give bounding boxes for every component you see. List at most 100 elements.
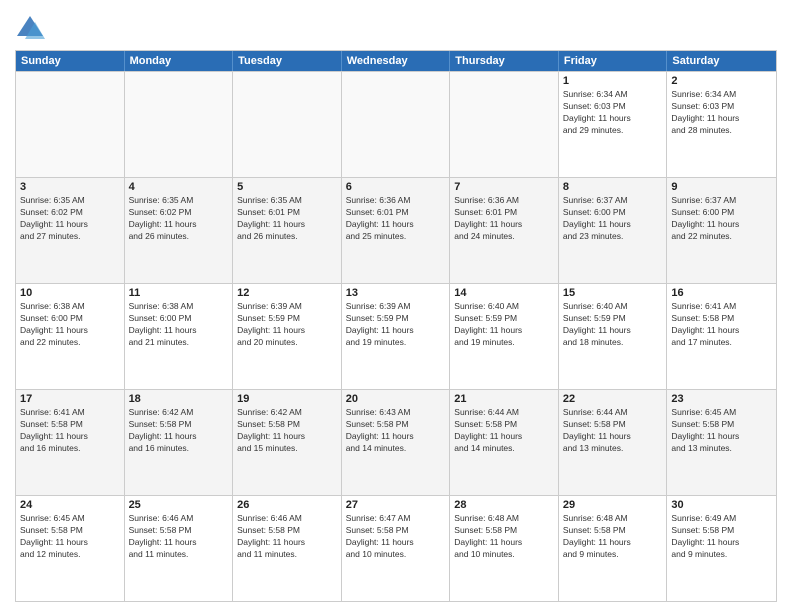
calendar-cell: 17Sunrise: 6:41 AM Sunset: 5:58 PM Dayli… [16,390,125,495]
day-info: Sunrise: 6:48 AM Sunset: 5:58 PM Dayligh… [454,513,554,561]
day-number: 13 [346,287,446,299]
day-number: 21 [454,393,554,405]
day-number: 19 [237,393,337,405]
calendar-cell: 30Sunrise: 6:49 AM Sunset: 5:58 PM Dayli… [667,496,776,601]
day-number: 17 [20,393,120,405]
weekday-header: Thursday [450,51,559,71]
day-number: 28 [454,499,554,511]
day-number: 2 [671,75,772,87]
calendar-cell: 12Sunrise: 6:39 AM Sunset: 5:59 PM Dayli… [233,284,342,389]
calendar-cell: 18 Sunrise: 6:42 AM Sunset: 5:58 PM Dayli… [125,390,234,495]
calendar-cell: 11 Sunrise: 6:38 AM Sunset: 6:00 PM Dayli… [125,284,234,389]
calendar-cell: 22 Sunrise: 6:44 AM Sunset: 5:58 PM Dayli… [559,390,668,495]
day-info: Sunrise: 6:34 AM Sunset: 6:03 PM Dayligh… [563,89,663,137]
weekday-header: Friday [559,51,668,71]
day-info: Sunrise: 6:38 AM Sunset: 6:00 PM Dayligh… [20,301,120,349]
calendar-cell: 8Sunrise: 6:37 AM Sunset: 6:00 PM Daylig… [559,178,668,283]
day-info: Sunrise: 6:34 AM Sunset: 6:03 PM Dayligh… [671,89,772,137]
day-info: Sunrise: 6:40 AM Sunset: 5:59 PM Dayligh… [454,301,554,349]
calendar-cell [125,72,234,177]
day-info: Sunrise: 6:41 AM Sunset: 5:58 PM Dayligh… [671,301,772,349]
day-number: 25 [129,499,229,511]
day-number: 27 [346,499,446,511]
day-info: Sunrise: 6:37 AM Sunset: 6:00 PM Dayligh… [671,195,772,243]
day-info: Sunrise: 6:46 AM Sunset: 5:58 PM Dayligh… [129,513,229,561]
day-info: Sunrise: 6:35 AM Sunset: 6:02 PM Dayligh… [20,195,120,243]
day-number: 4 [129,181,229,193]
calendar-cell: 21 Sunrise: 6:44 AM Sunset: 5:58 PM Dayli… [450,390,559,495]
day-number: 16 [671,287,772,299]
calendar-cell: 25 Sunrise: 6:46 AM Sunset: 5:58 PM Dayli… [125,496,234,601]
calendar-cell [342,72,451,177]
page-container: SundayMondayTuesdayWednesdayThursdayFrid… [0,0,792,612]
day-info: Sunrise: 6:37 AM Sunset: 6:00 PM Dayligh… [563,195,663,243]
calendar-cell: 4 Sunrise: 6:35 AM Sunset: 6:02 PM Daylig… [125,178,234,283]
day-number: 22 [563,393,663,405]
calendar-week-row: 10 Sunrise: 6:38 AM Sunset: 6:00 PM Dayli… [16,283,776,389]
calendar-cell: 6Sunrise: 6:36 AM Sunset: 6:01 PM Daylig… [342,178,451,283]
day-info: Sunrise: 6:39 AM Sunset: 5:59 PM Dayligh… [237,301,337,349]
calendar-cell: 2 Sunrise: 6:34 AM Sunset: 6:03 PM Daylig… [667,72,776,177]
day-number: 10 [20,287,120,299]
day-number: 6 [346,181,446,193]
logo [15,14,49,44]
calendar-cell: 19 Sunrise: 6:42 AM Sunset: 5:58 PM Dayli… [233,390,342,495]
day-info: Sunrise: 6:40 AM Sunset: 5:59 PM Dayligh… [563,301,663,349]
weekday-header: Wednesday [342,51,451,71]
calendar-cell: 13 Sunrise: 6:39 AM Sunset: 5:59 PM Dayli… [342,284,451,389]
weekday-header: Monday [125,51,234,71]
day-info: Sunrise: 6:36 AM Sunset: 6:01 PM Dayligh… [454,195,554,243]
day-info: Sunrise: 6:42 AM Sunset: 5:58 PM Dayligh… [129,407,229,455]
calendar-cell: 9Sunrise: 6:37 AM Sunset: 6:00 PM Daylig… [667,178,776,283]
day-info: Sunrise: 6:44 AM Sunset: 5:58 PM Dayligh… [563,407,663,455]
weekday-header: Saturday [667,51,776,71]
day-info: Sunrise: 6:38 AM Sunset: 6:00 PM Dayligh… [129,301,229,349]
calendar-cell: 27 Sunrise: 6:47 AM Sunset: 5:58 PM Dayli… [342,496,451,601]
day-number: 1 [563,75,663,87]
calendar-week-row: 3 Sunrise: 6:35 AM Sunset: 6:02 PM Daylig… [16,177,776,283]
calendar-cell [233,72,342,177]
calendar-cell: 10 Sunrise: 6:38 AM Sunset: 6:00 PM Dayli… [16,284,125,389]
day-info: Sunrise: 6:48 AM Sunset: 5:58 PM Dayligh… [563,513,663,561]
calendar-cell [16,72,125,177]
calendar-header: SundayMondayTuesdayWednesdayThursdayFrid… [16,51,776,71]
day-info: Sunrise: 6:47 AM Sunset: 5:58 PM Dayligh… [346,513,446,561]
day-number: 18 [129,393,229,405]
day-info: Sunrise: 6:42 AM Sunset: 5:58 PM Dayligh… [237,407,337,455]
day-info: Sunrise: 6:35 AM Sunset: 6:02 PM Dayligh… [129,195,229,243]
header [15,10,777,44]
day-number: 7 [454,181,554,193]
calendar-cell: 16 Sunrise: 6:41 AM Sunset: 5:58 PM Dayli… [667,284,776,389]
day-info: Sunrise: 6:46 AM Sunset: 5:58 PM Dayligh… [237,513,337,561]
day-info: Sunrise: 6:35 AM Sunset: 6:01 PM Dayligh… [237,195,337,243]
day-number: 26 [237,499,337,511]
day-info: Sunrise: 6:45 AM Sunset: 5:58 PM Dayligh… [20,513,120,561]
calendar-cell: 15 Sunrise: 6:40 AM Sunset: 5:59 PM Dayli… [559,284,668,389]
calendar-cell: 24 Sunrise: 6:45 AM Sunset: 5:58 PM Dayli… [16,496,125,601]
day-info: Sunrise: 6:45 AM Sunset: 5:58 PM Dayligh… [671,407,772,455]
day-number: 30 [671,499,772,511]
weekday-header: Tuesday [233,51,342,71]
calendar-cell: 23Sunrise: 6:45 AM Sunset: 5:58 PM Dayli… [667,390,776,495]
day-number: 15 [563,287,663,299]
calendar-cell: 1 Sunrise: 6:34 AM Sunset: 6:03 PM Daylig… [559,72,668,177]
logo-icon [15,14,45,44]
day-number: 14 [454,287,554,299]
day-info: Sunrise: 6:44 AM Sunset: 5:58 PM Dayligh… [454,407,554,455]
calendar-cell: 26 Sunrise: 6:46 AM Sunset: 5:58 PM Dayli… [233,496,342,601]
day-number: 3 [20,181,120,193]
calendar: SundayMondayTuesdayWednesdayThursdayFrid… [15,50,777,602]
calendar-cell: 3 Sunrise: 6:35 AM Sunset: 6:02 PM Daylig… [16,178,125,283]
calendar-week-row: 24 Sunrise: 6:45 AM Sunset: 5:58 PM Dayli… [16,495,776,601]
calendar-cell: 14 Sunrise: 6:40 AM Sunset: 5:59 PM Dayli… [450,284,559,389]
calendar-cell: 7 Sunrise: 6:36 AM Sunset: 6:01 PM Daylig… [450,178,559,283]
calendar-week-row: 17Sunrise: 6:41 AM Sunset: 5:58 PM Dayli… [16,389,776,495]
day-number: 11 [129,287,229,299]
day-info: Sunrise: 6:39 AM Sunset: 5:59 PM Dayligh… [346,301,446,349]
calendar-week-row: 1 Sunrise: 6:34 AM Sunset: 6:03 PM Daylig… [16,71,776,177]
day-number: 20 [346,393,446,405]
calendar-cell: 28 Sunrise: 6:48 AM Sunset: 5:58 PM Dayli… [450,496,559,601]
calendar-body: 1 Sunrise: 6:34 AM Sunset: 6:03 PM Daylig… [16,71,776,601]
day-number: 24 [20,499,120,511]
weekday-header: Sunday [16,51,125,71]
